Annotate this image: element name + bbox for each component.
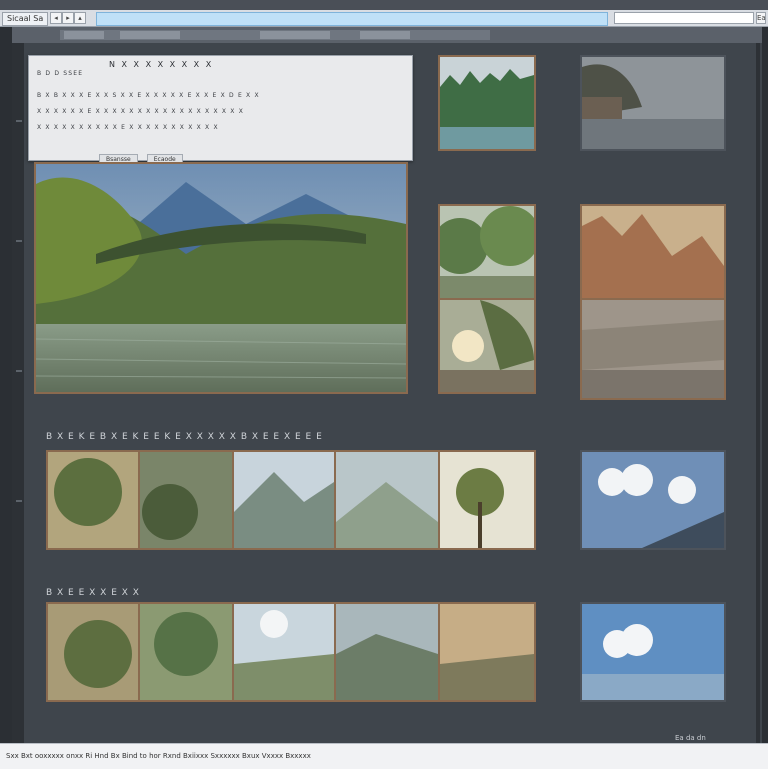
- tab-1[interactable]: [64, 31, 104, 39]
- tab-2[interactable]: [120, 31, 180, 39]
- dialog-row: B D D SSEE: [37, 70, 84, 77]
- thumbnail[interactable]: [438, 55, 536, 151]
- canyon-image: [582, 206, 724, 298]
- landscape-image: [36, 164, 406, 392]
- search-input[interactable]: [614, 12, 754, 24]
- title-bar: [0, 0, 768, 10]
- forest-image: [48, 452, 140, 548]
- dialog-heading: N X X X X X X X X: [109, 60, 214, 69]
- thumbnail[interactable]: [138, 602, 234, 702]
- sky-sea-image: [582, 604, 724, 700]
- group-label: B X E E X X E X X: [46, 588, 140, 598]
- coastal-village-image: [582, 57, 724, 149]
- thumbnail[interactable]: [580, 55, 726, 151]
- left-sidebar: [12, 43, 24, 743]
- thumbnail[interactable]: [580, 298, 726, 400]
- valley-image: [336, 452, 438, 548]
- tab-bar[interactable]: [60, 30, 490, 40]
- corner-stamp: Ea da dn: [675, 734, 706, 742]
- thumbnail[interactable]: [232, 602, 336, 702]
- thumbnail[interactable]: [438, 602, 536, 702]
- sidebar-tick[interactable]: [16, 370, 22, 372]
- dialog-row: X X X X X X E X X X X X X X X X X X X X …: [37, 108, 245, 115]
- thumbnail[interactable]: [438, 298, 536, 394]
- hillside-image: [140, 452, 232, 548]
- dialog-row: X X X X X X X X X X E X X X X X X X X X …: [37, 124, 219, 131]
- sidebar-tick[interactable]: [16, 120, 22, 122]
- forest-lake-image: [440, 57, 534, 149]
- info-dialog: N X X X X X X X X B D D SSEE B X B X X X…: [28, 55, 413, 166]
- up-button[interactable]: ▴: [74, 12, 86, 24]
- thumbnail[interactable]: [580, 450, 726, 550]
- status-text: Sxx Bxt ooxxxxx onxx Ri Hnd Bx Bind to h…: [6, 752, 311, 760]
- back-button[interactable]: ◂: [50, 12, 62, 24]
- vertical-scrollbar[interactable]: [756, 43, 760, 743]
- misty-shore-image: [582, 300, 724, 398]
- thumbnail[interactable]: [138, 450, 234, 550]
- thumbnail[interactable]: [46, 602, 142, 702]
- golden-haze-image: [440, 604, 534, 700]
- sunlit-forest-image: [440, 300, 534, 392]
- app-label[interactable]: Sicaal Sa: [2, 12, 49, 26]
- group-label: B X E K E B X E K E E K E X X X X X B X …: [46, 432, 323, 442]
- thumbnail[interactable]: [580, 204, 726, 300]
- tab-4[interactable]: [360, 31, 410, 39]
- thumbnail[interactable]: [46, 450, 142, 550]
- sidebar-tick[interactable]: [16, 500, 22, 502]
- meadow-image: [234, 604, 334, 700]
- sidebar-tick[interactable]: [16, 240, 22, 242]
- dialog-row: B X B X X X E X X S X X E X X X X X E X …: [37, 92, 260, 99]
- thumbnail[interactable]: [232, 450, 336, 550]
- mountain-image: [234, 452, 334, 548]
- tree-image: [440, 452, 534, 548]
- cloudy-sky-image: [582, 452, 724, 548]
- thumbnail[interactable]: [438, 204, 536, 300]
- river-valley-image: [336, 604, 438, 700]
- thumbnail[interactable]: [580, 602, 726, 702]
- thumbnail[interactable]: [334, 450, 440, 550]
- tab-3[interactable]: [260, 31, 330, 39]
- thumbnail[interactable]: [334, 602, 440, 702]
- menu-button[interactable]: Ea: [756, 12, 766, 24]
- main-image-preview[interactable]: [34, 162, 408, 394]
- tree-canopy-image: [440, 206, 534, 298]
- thumbnail[interactable]: [438, 450, 536, 550]
- woodland-image: [140, 604, 232, 700]
- address-bar[interactable]: [96, 12, 608, 26]
- forest-image: [48, 604, 140, 700]
- forward-button[interactable]: ▸: [62, 12, 74, 24]
